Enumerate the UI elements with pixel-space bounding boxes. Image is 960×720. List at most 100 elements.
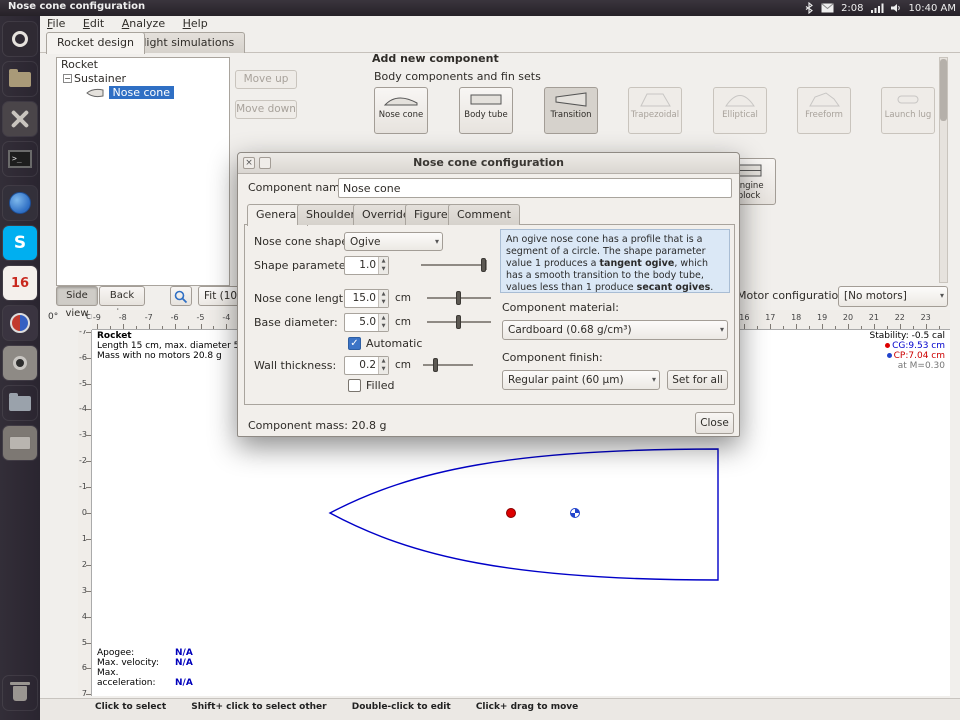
add-bodytube-button[interactable]: Body tube bbox=[459, 87, 513, 134]
tree-item-rocket[interactable]: Rocket bbox=[57, 58, 229, 72]
skype-icon[interactable]: S bbox=[3, 226, 37, 260]
browser-icon[interactable] bbox=[3, 186, 37, 220]
tree-stage-label: Sustainer bbox=[74, 72, 126, 85]
cg-marker bbox=[507, 509, 516, 518]
cp-dot-icon bbox=[887, 353, 892, 358]
shape-parameter-label: Shape parameter: bbox=[254, 259, 354, 272]
volume-icon[interactable] bbox=[891, 3, 902, 13]
tree-item-sustainer[interactable]: −Sustainer bbox=[57, 72, 229, 86]
shape-select[interactable]: Ogive▾ bbox=[344, 232, 443, 251]
status-bar: Click to select Shift+ click to select o… bbox=[40, 698, 960, 720]
add-transition-button[interactable]: Transition bbox=[544, 87, 598, 134]
menubar: File Edit Analyze Help bbox=[40, 16, 960, 31]
back-view-toggle[interactable]: Back view bbox=[99, 286, 145, 306]
spinner-arrows-icon[interactable]: ▲▼ bbox=[378, 290, 388, 307]
length-label: Nose cone length: bbox=[254, 292, 354, 305]
rotation-indicator[interactable]: 0° bbox=[48, 312, 58, 322]
spinner-arrows-icon[interactable]: ▲▼ bbox=[378, 314, 388, 331]
wall-thickness-slider[interactable] bbox=[423, 358, 473, 372]
menu-file[interactable]: File bbox=[40, 16, 72, 30]
expander-icon[interactable]: − bbox=[63, 74, 72, 83]
launch-lug-icon bbox=[890, 91, 926, 108]
transition-icon bbox=[553, 91, 589, 108]
shape-parameter-spinner[interactable]: 1.0 ▲▼ bbox=[344, 256, 389, 275]
menu-edit[interactable]: Edit bbox=[76, 16, 111, 30]
add-elliptical-button[interactable]: Elliptical bbox=[713, 87, 767, 134]
freeform-fin-icon bbox=[806, 91, 842, 108]
dialog-tab-comment[interactable]: Comment bbox=[448, 204, 520, 225]
finish-select[interactable]: Regular paint (60 µm)▾ bbox=[502, 370, 660, 390]
vertical-ruler: -7-6-5-4-3-2-101234567 bbox=[78, 330, 92, 696]
desktop: Nose cone configuration 2:08 10:40 AM >_ bbox=[0, 0, 960, 720]
shape-parameter-slider[interactable] bbox=[421, 258, 487, 272]
close-button[interactable]: Close bbox=[695, 412, 734, 434]
component-tree[interactable]: Rocket −Sustainer Nose cone bbox=[56, 57, 230, 286]
archive-icon[interactable] bbox=[3, 426, 37, 460]
stability-summary: Stability: -0.5 cal CG:9.53 cm CP:7.04 c… bbox=[870, 331, 945, 371]
automatic-checkbox[interactable]: ✓ bbox=[348, 337, 361, 350]
move-up-button[interactable]: Move up bbox=[235, 70, 297, 89]
media-player-icon[interactable] bbox=[3, 306, 37, 340]
spinner-arrows-icon[interactable]: ▲▼ bbox=[378, 357, 388, 374]
screenshot-icon[interactable] bbox=[3, 346, 37, 380]
bluetooth-icon[interactable] bbox=[804, 2, 814, 14]
main-tabs: Rocket design Flight simulations bbox=[40, 31, 960, 53]
automatic-label: Automatic bbox=[366, 337, 422, 350]
shape-description: An ogive nose cone has a profile that is… bbox=[500, 229, 730, 293]
diameter-label: Base diameter: bbox=[254, 316, 338, 329]
cp-value: CP:7.04 cm bbox=[894, 351, 945, 361]
motor-configuration-label: Motor configuration: bbox=[737, 289, 849, 302]
clock[interactable]: 10:40 AM bbox=[909, 3, 956, 14]
add-freeform-button[interactable]: Freeform bbox=[797, 87, 851, 134]
nosecone-outline[interactable] bbox=[330, 449, 718, 580]
filled-checkbox[interactable] bbox=[348, 379, 361, 392]
terminal-icon[interactable]: >_ bbox=[3, 142, 37, 176]
stability-value: Stability: -0.5 cal bbox=[870, 331, 945, 341]
flight-info: Apogee:N/A Max. velocity:N/A Max. accele… bbox=[97, 648, 193, 688]
wall-thickness-spinner[interactable]: 0.2 ▲▼ bbox=[344, 356, 389, 375]
move-down-button[interactable]: Move down bbox=[235, 100, 297, 119]
files-icon[interactable] bbox=[3, 62, 37, 96]
tree-item-nosecone[interactable]: Nose cone bbox=[57, 86, 229, 100]
timer-indicator[interactable]: 2:08 bbox=[841, 3, 863, 14]
dialog-titlebar[interactable]: × Nose cone configuration bbox=[238, 153, 739, 174]
motor-configuration-select[interactable]: [No motors]▾ bbox=[838, 286, 948, 307]
unity-launcher: >_ S 16 bbox=[0, 16, 40, 720]
menu-help[interactable]: Help bbox=[176, 16, 215, 30]
set-for-all-button[interactable]: Set for all bbox=[667, 370, 728, 390]
tab-rocket-design[interactable]: Rocket design bbox=[46, 32, 145, 54]
material-select[interactable]: Cardboard (0.68 g/cm³)▾ bbox=[502, 320, 728, 340]
scrollbar-thumb[interactable] bbox=[940, 59, 947, 121]
component-name-input[interactable] bbox=[338, 178, 732, 198]
component-mass-label: Component mass: 20.8 g bbox=[248, 419, 386, 432]
signal-icon[interactable] bbox=[871, 3, 884, 13]
zoom-button[interactable] bbox=[170, 286, 192, 306]
length-unit: cm bbox=[395, 292, 411, 304]
add-launchlug-button[interactable]: Launch lug bbox=[881, 87, 935, 134]
filled-label: Filled bbox=[366, 379, 394, 392]
diameter-spinner[interactable]: 5.0 ▲▼ bbox=[344, 313, 389, 332]
wall-thickness-label: Wall thickness: bbox=[254, 359, 336, 372]
spinner-arrows-icon[interactable]: ▲▼ bbox=[378, 257, 388, 274]
nosecone-mini-icon bbox=[85, 88, 105, 98]
trash-icon[interactable] bbox=[3, 676, 37, 710]
tools-icon[interactable] bbox=[3, 102, 37, 136]
nosecone-icon bbox=[383, 91, 419, 108]
material-label: Component material: bbox=[502, 301, 619, 314]
mail-icon[interactable] bbox=[821, 3, 834, 13]
add-trapezoidal-button[interactable]: Trapezoidal bbox=[628, 87, 682, 134]
cg-dot-icon bbox=[885, 343, 890, 348]
diameter-slider[interactable] bbox=[427, 315, 491, 329]
add-nosecone-button[interactable]: Nose cone bbox=[374, 87, 428, 134]
length-spinner[interactable]: 15.0 ▲▼ bbox=[344, 289, 389, 308]
side-view-toggle[interactable]: Side view bbox=[56, 286, 98, 306]
tree-root-label: Rocket bbox=[61, 58, 98, 71]
menu-analyze[interactable]: Analyze bbox=[115, 16, 172, 30]
rocket-summary: Rocket Length 15 cm, max. diameter 5 cm … bbox=[97, 331, 256, 361]
video-editor-icon[interactable]: 16 bbox=[3, 266, 37, 300]
documents-folder-icon[interactable] bbox=[3, 386, 37, 420]
dash-icon[interactable] bbox=[3, 22, 37, 56]
length-slider[interactable] bbox=[427, 291, 491, 305]
component-panel-scrollbar[interactable] bbox=[939, 57, 948, 283]
top-panel: Nose cone configuration 2:08 10:40 AM bbox=[0, 0, 960, 16]
